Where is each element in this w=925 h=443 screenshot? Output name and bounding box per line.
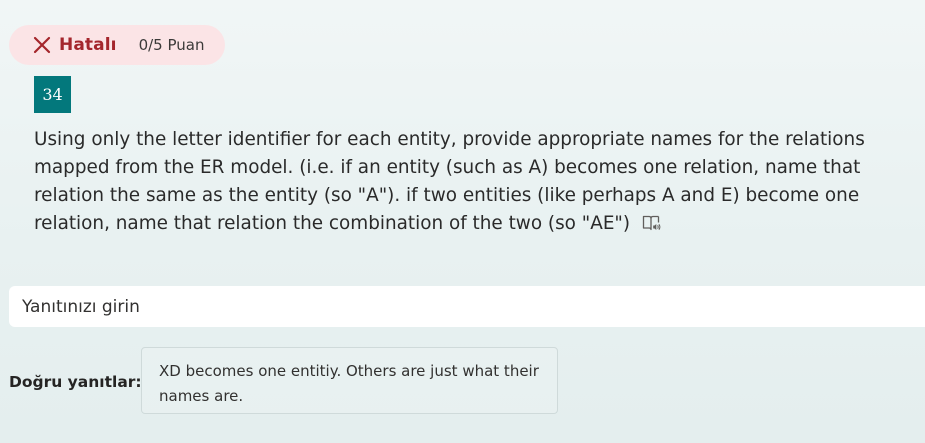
question-text: Using only the letter identifier for eac… — [34, 129, 865, 234]
question-text-block: Using only the letter identifier for eac… — [34, 126, 894, 238]
close-icon — [33, 36, 51, 54]
score-label: 0/5 Puan — [138, 36, 205, 54]
correct-answer-text: XD becomes one entitiy. Others are just … — [159, 362, 539, 405]
immersive-reader-icon[interactable] — [642, 213, 662, 231]
answer-input[interactable] — [9, 286, 925, 327]
result-status-pill: Hatalı 0/5 Puan — [9, 25, 225, 65]
result-status-label: Hatalı — [59, 35, 117, 55]
correct-answer-box: XD becomes one entitiy. Others are just … — [141, 347, 558, 414]
correct-answers-label: Doğru yanıtlar: — [9, 373, 142, 391]
question-number-badge: 34 — [34, 76, 71, 113]
